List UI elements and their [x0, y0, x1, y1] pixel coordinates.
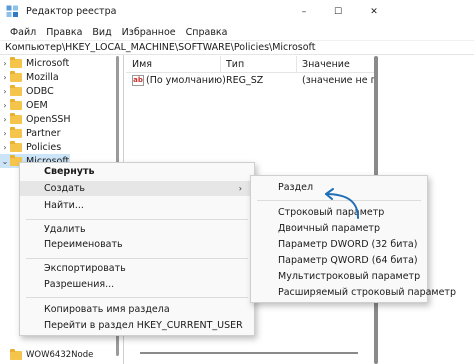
- chevron-right-icon: ›: [3, 114, 7, 124]
- folder-icon: [10, 70, 22, 82]
- menu-view[interactable]: Вид: [87, 27, 116, 38]
- menu-favorites[interactable]: Избранное: [117, 27, 181, 38]
- folder-icon: [10, 98, 22, 110]
- tree-item[interactable]: › ODBC: [0, 84, 54, 98]
- column-divider[interactable]: [296, 56, 297, 73]
- minimize-icon: –: [301, 7, 307, 17]
- row-value: (значение не при: [302, 75, 374, 86]
- tree-item-label: Mozilla: [26, 71, 59, 83]
- menu-separator: [26, 258, 248, 259]
- menu-separator: [26, 297, 248, 298]
- column-header-name[interactable]: Имя: [132, 59, 152, 70]
- chevron-down-icon: ⌄: [1, 156, 9, 166]
- folder-icon: [10, 126, 22, 138]
- chevron-right-icon: ›: [3, 58, 7, 68]
- menu-item-rename[interactable]: Переименовать: [20, 237, 254, 252]
- tree-item[interactable]: › Partner: [0, 126, 61, 140]
- menu-item-collapse[interactable]: Свернуть: [20, 164, 254, 179]
- folder-icon: [10, 84, 22, 96]
- menu-edit[interactable]: Правка: [41, 27, 87, 38]
- submenu-item-dword-value[interactable]: Параметр DWORD (32 бита): [251, 237, 427, 252]
- tree-item[interactable]: WOW6432Node: [0, 348, 93, 362]
- column-header-type[interactable]: Тип: [226, 59, 244, 70]
- menu-item-permissions[interactable]: Разрешения...: [20, 277, 254, 292]
- address-bar[interactable]: Компьютер\HKEY_LOCAL_MACHINE\SOFTWARE\Po…: [0, 40, 474, 55]
- tree-item-label: OEM: [26, 99, 48, 111]
- tree-item[interactable]: › Microsoft: [0, 56, 69, 70]
- menu-item-delete[interactable]: Удалить: [20, 222, 254, 237]
- column-header-value[interactable]: Значение: [302, 59, 350, 70]
- table-row[interactable]: ab (По умолчанию) REG_SZ (значение не пр…: [126, 74, 374, 88]
- close-icon: ✕: [370, 7, 378, 17]
- tree-item[interactable]: › OEM: [0, 98, 48, 112]
- tree-item[interactable]: › OpenSSH: [0, 112, 71, 126]
- horizontal-scrollbar[interactable]: [140, 352, 358, 354]
- tree-item-label: OpenSSH: [26, 113, 71, 125]
- chevron-right-icon: ›: [3, 142, 7, 152]
- tree-item-label: ODBC: [26, 85, 54, 97]
- string-value-icon: ab: [132, 75, 144, 86]
- menu-item-create[interactable]: Создать ›: [20, 181, 254, 196]
- maximize-icon: ☐: [333, 7, 343, 17]
- menu-file[interactable]: Файл: [5, 27, 41, 38]
- tree-item[interactable]: › Mozilla: [0, 70, 59, 84]
- chevron-right-icon: ›: [3, 72, 7, 82]
- tree-item-label: Microsoft: [26, 57, 70, 69]
- menu-separator: [26, 219, 248, 220]
- submenu-item-binary-value[interactable]: Двоичный параметр: [251, 221, 427, 236]
- menu-item-goto-hkcu[interactable]: Перейти в раздел HKEY_CURRENT_USER: [20, 318, 254, 333]
- folder-icon: [10, 140, 22, 152]
- context-menu: Свернуть Создать › Найти... Удалить Пере…: [19, 162, 255, 336]
- folder-icon: [10, 112, 22, 124]
- folder-icon: [10, 348, 22, 360]
- row-name: (По умолчанию): [146, 75, 226, 86]
- tree-item-label: WOW6432Node: [26, 350, 94, 360]
- folder-icon: [10, 56, 22, 68]
- minimize-button[interactable]: –: [287, 0, 321, 24]
- submenu-item-multistring-value[interactable]: Мультистроковый параметр: [251, 269, 427, 284]
- chevron-right-icon: ›: [3, 100, 7, 110]
- callout-arrow-icon: [325, 188, 359, 219]
- tree-item[interactable]: › Policies: [0, 140, 61, 154]
- close-button[interactable]: ✕: [357, 0, 391, 24]
- menu-item-export[interactable]: Экспортировать: [20, 261, 254, 276]
- registry-editor-icon: [6, 5, 18, 17]
- list-header: Имя Тип Значение: [126, 56, 374, 73]
- menu-bar: Файл Правка Вид Избранное Справка: [0, 24, 474, 40]
- tree-item-label: Partner: [26, 127, 61, 139]
- menu-item-copy-key-name[interactable]: Копировать имя раздела: [20, 302, 254, 317]
- menu-item-find[interactable]: Найти...: [20, 198, 254, 213]
- column-divider[interactable]: [220, 56, 221, 73]
- chevron-right-icon: ›: [3, 128, 7, 138]
- row-type: REG_SZ: [226, 75, 264, 86]
- submenu-item-expandable-string-value[interactable]: Расширяемый строковый параметр: [251, 285, 456, 300]
- tree-item-label: Policies: [26, 141, 62, 153]
- window-title: Редактор реестра: [26, 6, 117, 17]
- submenu-item-qword-value[interactable]: Параметр QWORD (64 бита): [251, 253, 427, 268]
- maximize-button[interactable]: ☐: [321, 0, 355, 24]
- menu-help[interactable]: Справка: [181, 27, 233, 38]
- chevron-right-icon: ›: [238, 184, 242, 193]
- chevron-right-icon: ›: [3, 86, 7, 96]
